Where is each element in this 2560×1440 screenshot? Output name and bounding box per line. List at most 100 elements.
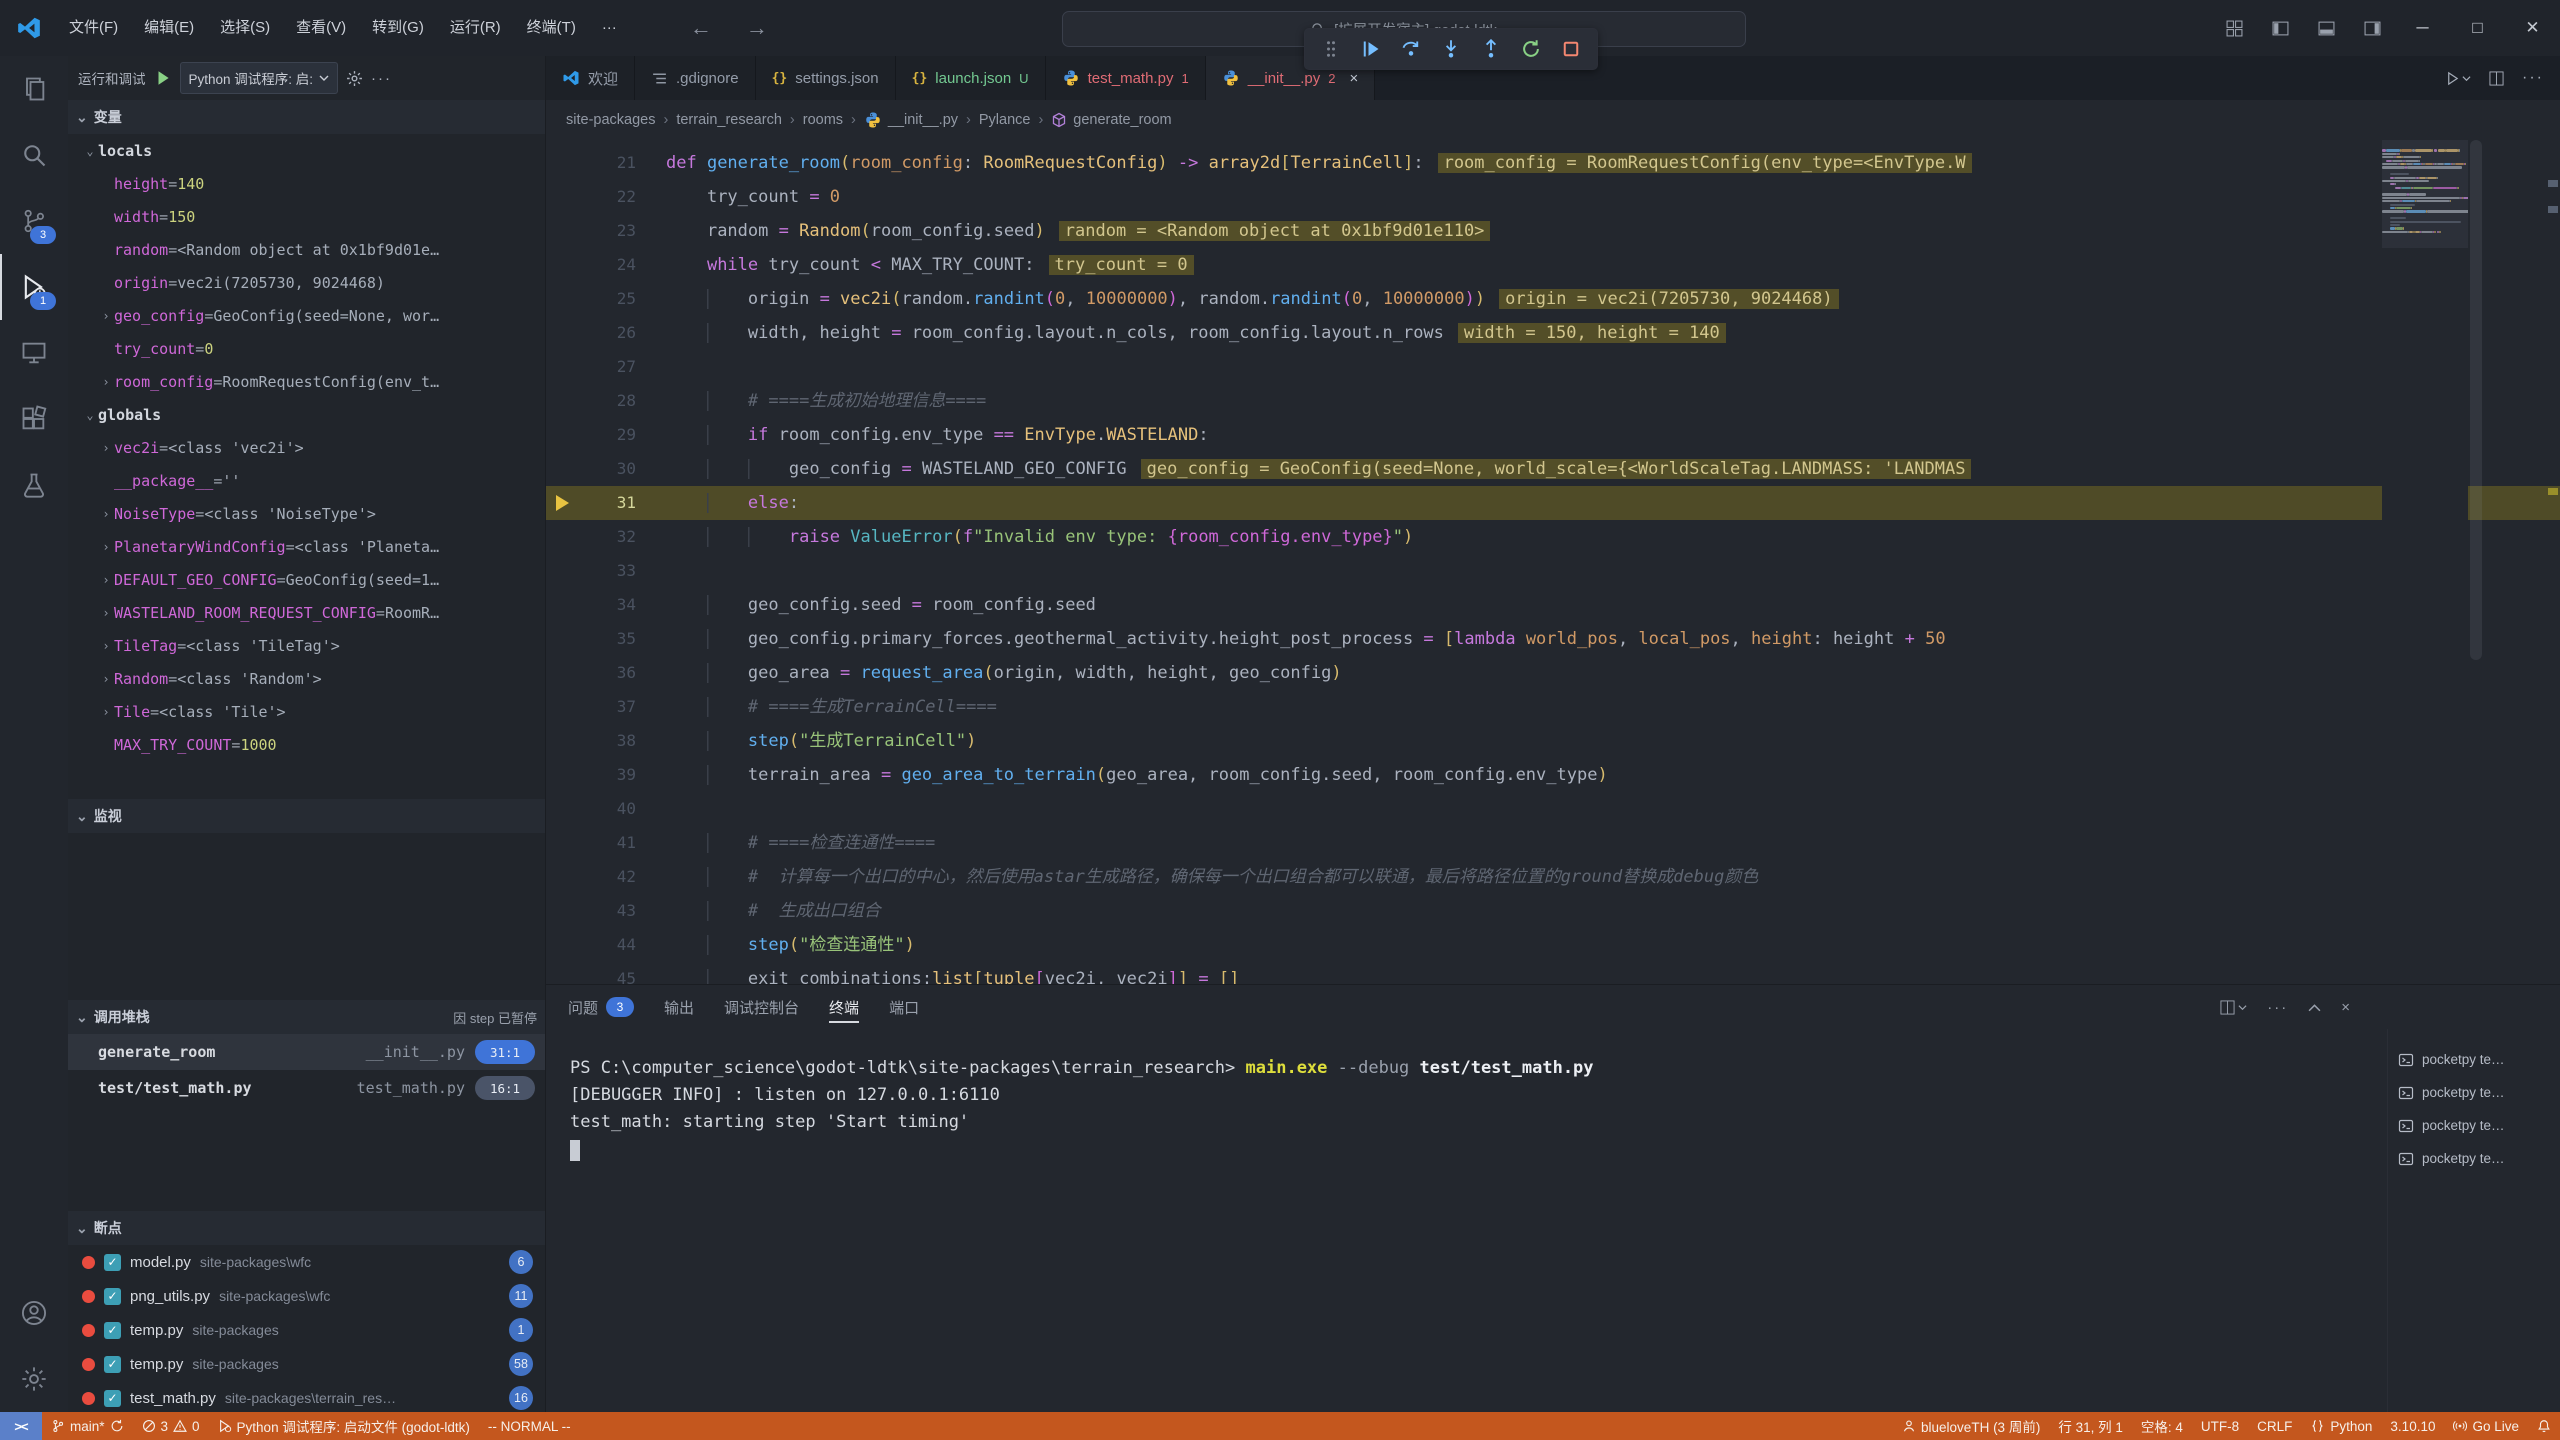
statusbar-problems[interactable]: 30	[133, 1412, 209, 1440]
statusbar-go-live[interactable]: Go Live	[2444, 1412, 2528, 1440]
breakpoint-row[interactable]: ✓test_math.pysite-packages\terrain_res…1…	[68, 1381, 545, 1412]
gutter-breakpoint-column[interactable]	[546, 792, 580, 826]
code-line[interactable]: 35 geo_config.primary_forces.geothermal_…	[546, 622, 2560, 656]
gutter-breakpoint-column[interactable]	[546, 282, 580, 316]
code-line[interactable]: 43 # 生成出口组合	[546, 894, 2560, 928]
breakpoint-row[interactable]: ✓model.pysite-packages\wfc6	[68, 1245, 545, 1279]
statusbar-encoding[interactable]: UTF-8	[2192, 1412, 2248, 1440]
call-stack-frame[interactable]: generate_room__init__.py31:1	[68, 1034, 545, 1070]
activity-testing[interactable]	[0, 452, 68, 518]
nav-forward-icon[interactable]: →	[746, 15, 768, 41]
statusbar-debug-session[interactable]: Python 调试程序: 启动文件 (godot-ldtk)	[209, 1412, 479, 1440]
gutter-breakpoint-column[interactable]	[546, 724, 580, 758]
more-actions-icon[interactable]: ···	[2522, 69, 2544, 87]
menu-item[interactable]: 查看(V)	[283, 0, 359, 56]
statusbar-vim-mode[interactable]: -- NORMAL --	[479, 1412, 580, 1440]
code-line[interactable]: 31 else:	[546, 486, 2560, 520]
gutter-breakpoint-column[interactable]	[546, 758, 580, 792]
variable-row[interactable]: ›Tile = <class 'Tile'>	[68, 695, 545, 728]
activity-account[interactable]	[0, 1280, 68, 1346]
panel-tab-端口[interactable]: 端口	[889, 985, 919, 1029]
variable-row[interactable]: try_count = 0	[68, 332, 545, 365]
code-line[interactable]: 21def generate_room(room_config: RoomReq…	[546, 146, 2560, 180]
statusbar-git-blame[interactable]: blueloveTH (3 周前)	[1893, 1412, 2049, 1440]
variable-row[interactable]: origin = vec2i(7205730, 9024468)	[68, 266, 545, 299]
customize-layout-icon[interactable]	[2211, 0, 2257, 56]
menu-item[interactable]: 编辑(E)	[131, 0, 207, 56]
restart-icon[interactable]	[1513, 33, 1549, 65]
scope-row[interactable]: ⌄locals	[68, 134, 545, 167]
gutter-breakpoint-column[interactable]	[546, 656, 580, 690]
checkbox-checked-icon[interactable]: ✓	[104, 1356, 121, 1373]
checkbox-checked-icon[interactable]: ✓	[104, 1288, 121, 1305]
minimize-button[interactable]: ─	[2395, 0, 2450, 56]
activity-files[interactable]	[0, 56, 68, 122]
gutter-breakpoint-column[interactable]	[546, 894, 580, 928]
terminal-session-item[interactable]: pocketpy te…	[2388, 1043, 2560, 1076]
variable-row[interactable]: ›TileTag = <class 'TileTag'>	[68, 629, 545, 662]
tab-.gdignore[interactable]: .gdignore	[635, 56, 756, 100]
code-line[interactable]: 29 if room_config.env_type == EnvType.WA…	[546, 418, 2560, 452]
variable-row[interactable]: width = 150	[68, 200, 545, 233]
nav-back-icon[interactable]: ←	[690, 15, 712, 41]
gutter-breakpoint-column[interactable]	[546, 248, 580, 282]
breakpoint-row[interactable]: ✓temp.pysite-packages58	[68, 1347, 545, 1381]
gutter-breakpoint-column[interactable]	[546, 350, 580, 384]
activity-extensions[interactable]	[0, 386, 68, 452]
breadcrumb-item[interactable]: generate_room	[1051, 112, 1171, 128]
gutter-breakpoint-column[interactable]	[546, 860, 580, 894]
code-line[interactable]: 39 terrain_area = geo_area_to_terrain(ge…	[546, 758, 2560, 792]
panel-tab-输出[interactable]: 输出	[664, 985, 694, 1029]
breakpoints-section-header[interactable]: ⌄ 断点	[68, 1211, 545, 1245]
gutter-breakpoint-column[interactable]	[546, 554, 580, 588]
code-line[interactable]: 33	[546, 554, 2560, 588]
variable-row[interactable]: ›WASTELAND_ROOM_REQUEST_CONFIG = RoomR…	[68, 596, 545, 629]
menu-item[interactable]: 运行(R)	[437, 0, 514, 56]
code-line[interactable]: 44 step("检查连通性")	[546, 928, 2560, 962]
gutter-breakpoint-column[interactable]	[546, 452, 580, 486]
code-line[interactable]: 24 while try_count < MAX_TRY_COUNT:try_c…	[546, 248, 2560, 282]
checkbox-checked-icon[interactable]: ✓	[104, 1322, 121, 1339]
start-debug-icon[interactable]	[154, 69, 172, 87]
menu-item[interactable]: 转到(G)	[359, 0, 437, 56]
gutter-breakpoint-column[interactable]	[546, 418, 580, 452]
activity-settings-gear[interactable]	[0, 1346, 68, 1412]
breadcrumb-item[interactable]: Pylance	[979, 112, 1031, 128]
tab-test_math.py[interactable]: test_math.py1	[1046, 56, 1206, 100]
step-over-icon[interactable]	[1393, 33, 1429, 65]
statusbar-language-mode[interactable]: Python	[2301, 1412, 2381, 1440]
terminal-session-item[interactable]: pocketpy te…	[2388, 1109, 2560, 1142]
statusbar-cursor-position[interactable]: 行 31, 列 1	[2049, 1412, 2132, 1440]
gutter-breakpoint-column[interactable]	[546, 180, 580, 214]
variable-row[interactable]: ›DEFAULT_GEO_CONFIG = GeoConfig(seed=1…	[68, 563, 545, 596]
gutter-breakpoint-column[interactable]	[546, 622, 580, 656]
variable-row[interactable]: MAX_TRY_COUNT = 1000	[68, 728, 545, 761]
panel-tab-终端[interactable]: 终端	[829, 985, 859, 1029]
gutter-breakpoint-column[interactable]	[546, 146, 580, 180]
run-python-file-icon[interactable]	[2445, 71, 2471, 86]
statusbar-git-branch[interactable]: main*	[42, 1412, 133, 1440]
editor-scrollbar[interactable]	[2470, 140, 2482, 660]
variable-row[interactable]: ›vec2i = <class 'vec2i'>	[68, 431, 545, 464]
scope-row[interactable]: ⌄globals	[68, 398, 545, 431]
more-actions-icon[interactable]: ···	[371, 70, 392, 87]
variable-row[interactable]: ›PlanetaryWindConfig = <class 'Planeta…	[68, 530, 545, 563]
code-line[interactable]: 23 random = Random(room_config.seed)rand…	[546, 214, 2560, 248]
tab-settings.json[interactable]: {}settings.json	[756, 56, 896, 100]
code-line[interactable]: 40	[546, 792, 2560, 826]
statusbar-indentation[interactable]: 空格: 4	[2132, 1412, 2192, 1440]
variable-row[interactable]: ›geo_config = GeoConfig(seed=None, wor…	[68, 299, 545, 332]
code-line[interactable]: 28 # ====生成初始地理信息====	[546, 384, 2560, 418]
checkbox-checked-icon[interactable]: ✓	[104, 1254, 121, 1271]
gutter-breakpoint-column[interactable]	[546, 486, 580, 520]
activity-run-debug[interactable]: 1	[0, 254, 68, 320]
code-line[interactable]: 30 geo_config = WASTELAND_GEO_CONFIGgeo_…	[546, 452, 2560, 486]
variables-section-header[interactable]: ⌄ 变量	[68, 100, 545, 134]
statusbar-python-version[interactable]: 3.10.10	[2381, 1412, 2444, 1440]
debug-settings-gear-icon[interactable]	[346, 70, 363, 87]
close-panel-icon[interactable]: ×	[2341, 999, 2350, 1016]
panel-tab-问题[interactable]: 问题3	[568, 985, 634, 1029]
variable-row[interactable]: ›room_config = RoomRequestConfig(env_t…	[68, 365, 545, 398]
more-actions-icon[interactable]: ···	[2267, 999, 2288, 1016]
code-line[interactable]: 32 raise ValueError(f"Invalid env type: …	[546, 520, 2560, 554]
